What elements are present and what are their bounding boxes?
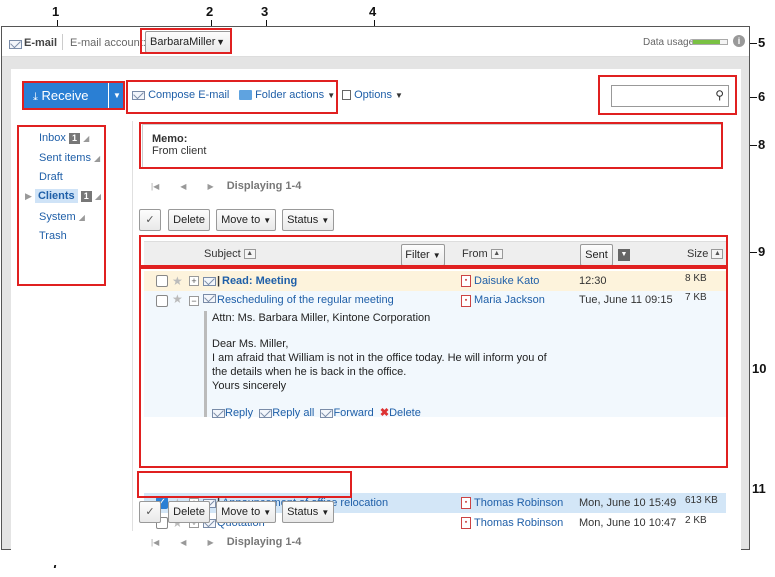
pager-status: Displaying 1-4	[226, 180, 302, 192]
highlight-search	[598, 75, 737, 115]
message-sent: Mon, June 10 10:47	[579, 517, 677, 529]
prev-page-icon[interactable]: ◀	[180, 538, 186, 547]
pager-bottom: |◀ ◀ ▶ Displaying 1-4	[151, 536, 301, 548]
status-label: Status	[287, 214, 319, 226]
highlight-account	[140, 28, 232, 54]
email-app-icon	[9, 38, 22, 50]
next-page-icon[interactable]: ▶	[208, 182, 214, 191]
highlight-folder-tree	[17, 125, 106, 286]
data-usage-label: Data usage	[643, 37, 695, 48]
action-bar-bottom: ✓ Delete Move to ▼ Status ▼	[139, 501, 335, 523]
first-page-icon[interactable]: |◀	[151, 182, 159, 191]
delete-button[interactable]: Delete	[168, 501, 211, 523]
callout-9: 9	[758, 244, 766, 259]
chevron-down-icon: ▼	[263, 216, 272, 225]
move-to-label: Move to	[221, 214, 261, 226]
highlight-receive	[22, 81, 125, 110]
pager-top: |◀ ◀ ▶ Displaying 1-4	[151, 180, 301, 192]
callout-1: 1	[52, 4, 60, 19]
delete-label: Delete	[173, 506, 205, 518]
chevron-down-icon: ▼	[321, 508, 330, 517]
chevron-down-icon: ▼	[263, 508, 272, 517]
callout-10: 10	[752, 361, 767, 376]
status-label: Status	[287, 506, 319, 518]
message-size: 2 KB	[685, 515, 707, 526]
delete-label: Delete	[173, 214, 205, 226]
app-title: E-mail	[24, 37, 58, 49]
message-from[interactable]: Thomas Robinson	[474, 513, 563, 533]
options-label: Options	[354, 89, 392, 101]
message-from[interactable]: Thomas Robinson	[474, 493, 563, 513]
highlight-column-header	[139, 235, 728, 267]
callout-4: 4	[369, 4, 377, 19]
move-to-button[interactable]: Move to ▼	[216, 209, 277, 231]
highlight-message-list	[139, 267, 728, 468]
pager-status: Displaying 1-4	[226, 536, 302, 548]
chevron-down-icon: ▼	[321, 216, 330, 225]
action-bar-top: ✓ Delete Move to ▼ Status ▼	[139, 209, 335, 231]
highlight-compose-folder	[126, 80, 338, 114]
person-icon: ▪	[461, 517, 471, 529]
callout-6: 6	[758, 89, 766, 104]
select-all-checkbox-button[interactable]: ✓	[139, 501, 161, 523]
callout-2: 2	[206, 4, 214, 19]
status-button[interactable]: Status ▼	[282, 209, 335, 231]
person-icon: ▪	[461, 497, 471, 509]
highlight-memo	[139, 122, 723, 169]
data-usage-bar	[692, 39, 728, 45]
callout-8: 8	[758, 137, 766, 152]
first-page-icon[interactable]: |◀	[151, 538, 159, 547]
options-menu[interactable]: Options ▼	[342, 89, 403, 101]
callout-5: 5	[758, 35, 766, 50]
highlight-bottom-actions	[137, 471, 352, 498]
select-all-checkbox-button[interactable]: ✓	[139, 209, 161, 231]
top-bar: E-mail E-mail account: BarbaraMiller ▼ D…	[2, 27, 749, 57]
status-button[interactable]: Status ▼	[282, 501, 335, 523]
message-sent: Mon, June 10 15:49	[579, 497, 677, 509]
info-icon[interactable]: i	[733, 35, 745, 47]
move-to-button[interactable]: Move to ▼	[216, 501, 277, 523]
account-label: E-mail account:	[70, 37, 146, 49]
data-usage-fill	[693, 40, 721, 44]
prev-page-icon[interactable]: ◀	[180, 182, 186, 191]
chevron-down-icon: ▼	[395, 91, 403, 100]
callout-11: 11	[752, 481, 766, 496]
delete-button[interactable]: Delete	[168, 209, 211, 231]
next-page-icon[interactable]: ▶	[208, 538, 214, 547]
list-icon	[342, 90, 351, 101]
message-size: 613 KB	[685, 495, 718, 506]
move-to-label: Move to	[221, 506, 261, 518]
callout-3: 3	[261, 4, 269, 19]
